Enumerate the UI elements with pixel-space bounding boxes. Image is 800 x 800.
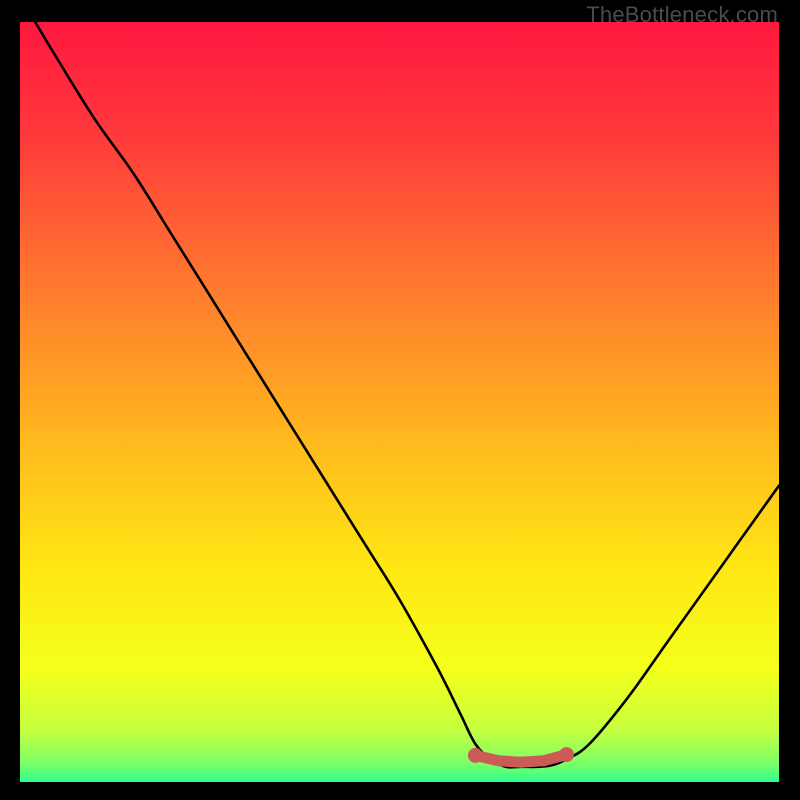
marker-flat-end xyxy=(559,747,574,762)
chart-frame xyxy=(20,22,779,782)
bottleneck-chart xyxy=(20,22,779,782)
marker-flat-mid-1 xyxy=(493,755,504,766)
marker-flat-mid-3 xyxy=(538,755,549,766)
gradient-background xyxy=(20,22,779,782)
marker-flat-start xyxy=(468,748,483,763)
marker-flat-mid-2 xyxy=(515,757,526,768)
